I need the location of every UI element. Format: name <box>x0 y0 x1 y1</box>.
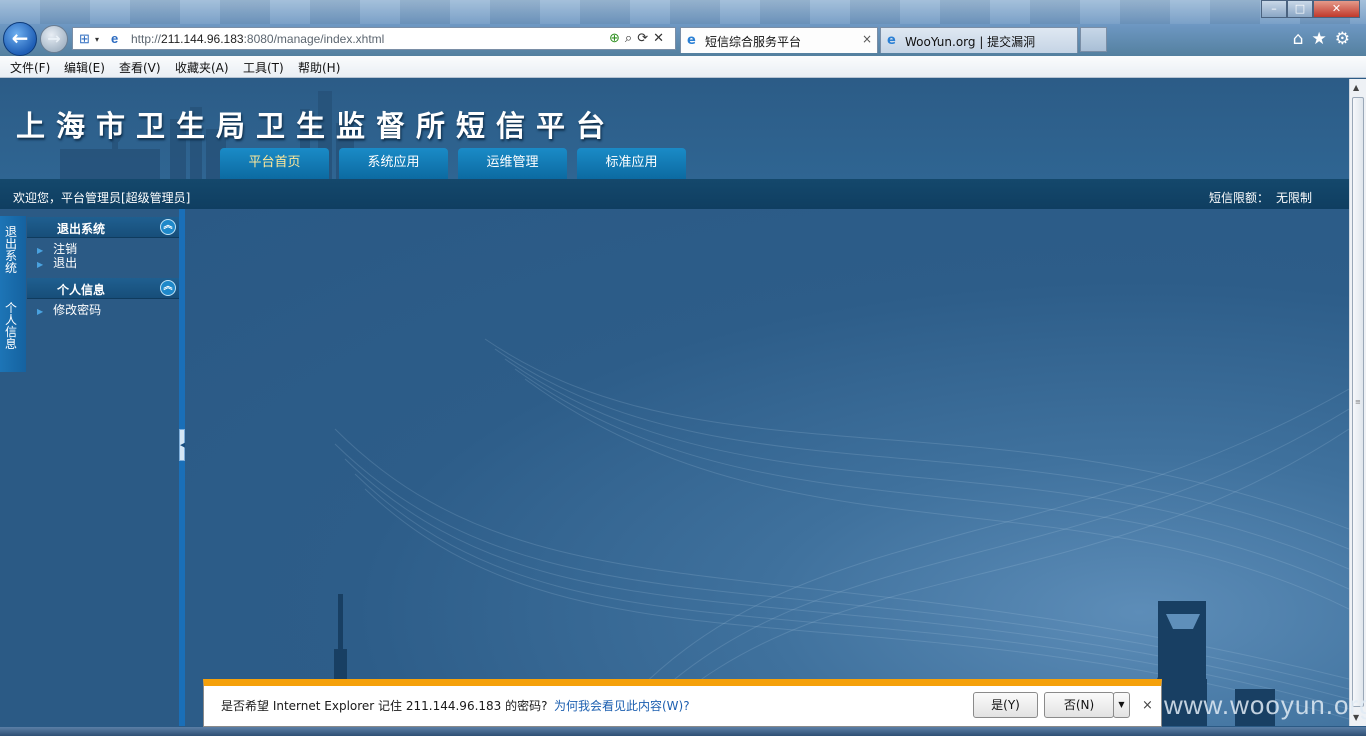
compat-view-icon[interactable]: ⊞ <box>79 31 90 47</box>
windows-taskbar <box>0 727 1366 736</box>
dropdown-arrow-icon[interactable]: ▾ <box>95 35 99 44</box>
menu-view[interactable]: 查看(V) <box>119 59 161 76</box>
titlebar-decoration <box>0 0 1366 24</box>
back-arrow-icon: ← <box>11 26 29 50</box>
yes-button[interactable]: 是(Y) <box>973 692 1038 718</box>
url-text: http://211.144.96.183:8080/manage/index.… <box>131 32 385 46</box>
forward-button[interactable]: → <box>40 25 68 53</box>
notification-message: 是否希望 Internet Explorer 记住 211.144.96.183… <box>221 699 548 713</box>
close-window-button[interactable]: ✕ <box>1313 0 1360 18</box>
sidebar: 退出系统 ︽ ▶ 注销 ▶ 退出 个人信息 ︽ ▶ 修改密码 <box>27 216 179 726</box>
scroll-thumb[interactable]: ≡ <box>1352 97 1364 707</box>
tab-close-icon[interactable]: × <box>862 32 872 46</box>
collapse-icon[interactable]: ︽ <box>160 280 176 296</box>
web-page: 上海市卫生局卫生监督所短信平台 平台首页 系统应用 运维管理 标准应用 欢迎您，… <box>0 79 1349 726</box>
sidebar-item-change-password[interactable]: ▶ 修改密码 <box>37 301 101 318</box>
ie-tab-icon: e <box>887 33 896 48</box>
nav-tab-system-apps[interactable]: 系统应用 <box>339 148 448 179</box>
vertical-scrollbar[interactable]: ▲ ≡ ▼ <box>1349 79 1366 726</box>
grip-icon: ≡ <box>1355 398 1361 406</box>
nav-tab-home[interactable]: 平台首页 <box>220 148 329 179</box>
panel-header-personal[interactable]: 个人信息 ︽ <box>27 278 179 299</box>
triangle-icon: ▶ <box>37 260 44 269</box>
background-waves-decoration <box>334 338 1349 726</box>
side-tab-personal[interactable]: 个人信息 <box>5 302 19 350</box>
home-icon[interactable]: ⌂ <box>1293 29 1312 49</box>
add-favorite-icon[interactable]: ⊕ <box>609 30 625 45</box>
tab-title: 短信综合服务平台 <box>705 35 802 49</box>
address-tools[interactable]: ⊕⌕⟳✕ <box>609 30 669 46</box>
sidebar-item-exit[interactable]: ▶ 退出 <box>37 254 77 271</box>
menu-help[interactable]: 帮助(H) <box>298 59 340 76</box>
menu-file[interactable]: 文件(F) <box>10 59 50 76</box>
refresh-icon[interactable]: ⟳ <box>637 30 653 45</box>
triangle-icon: ▶ <box>37 307 44 316</box>
sidebar-item-label: 修改密码 <box>53 303 102 317</box>
collapse-icon[interactable]: ︽ <box>160 219 176 235</box>
maximize-button[interactable]: □ <box>1287 0 1313 18</box>
site-title: 上海市卫生局卫生监督所短信平台 <box>16 109 617 143</box>
address-bar[interactable]: ⊞ ▾ e http://211.144.96.183:8080/manage/… <box>72 27 676 50</box>
scroll-up-icon[interactable]: ▲ <box>1353 83 1359 92</box>
menu-favorites[interactable]: 收藏夹(A) <box>175 59 229 76</box>
nav-tab-standard-apps[interactable]: 标准应用 <box>577 148 686 179</box>
ie-page-icon: e <box>111 31 119 46</box>
search-icon[interactable]: ⌕ <box>625 30 637 45</box>
minimize-button[interactable]: – <box>1261 0 1287 18</box>
side-tab-logout[interactable]: 退出系统 <box>5 226 19 274</box>
menu-edit[interactable]: 编辑(E) <box>64 59 105 76</box>
panel-title: 退出系统 <box>57 222 106 236</box>
chevron-down-icon: ▼ <box>1118 700 1125 709</box>
password-save-notification: 是否希望 Internet Explorer 记住 211.144.96.183… <box>203 679 1162 727</box>
favorites-star-icon[interactable]: ★ <box>1312 29 1335 49</box>
ie-tab-icon: e <box>687 33 696 48</box>
new-tab-button[interactable] <box>1080 27 1107 52</box>
tab-wooyun[interactable]: e WooYun.org | 提交漏洞 <box>880 27 1078 53</box>
sms-limit-value: 无限制 <box>1276 191 1313 205</box>
tab-title: WooYun.org | 提交漏洞 <box>905 35 1036 49</box>
main-content-area <box>185 209 1349 726</box>
sms-limit-label: 短信限额： <box>1209 191 1270 205</box>
tools-gear-icon[interactable]: ⚙ <box>1335 29 1358 49</box>
why-link[interactable]: 为何我会看见此内容(W)? <box>554 697 690 714</box>
browser-toolbar: ⌂★⚙ <box>1293 29 1358 49</box>
forward-arrow-icon: → <box>47 29 61 48</box>
stop-icon[interactable]: ✕ <box>653 30 669 45</box>
user-info-bar: 欢迎您，平台管理员[超级管理员] 短信限额： 无限制 <box>0 179 1349 209</box>
site-header: 上海市卫生局卫生监督所短信平台 平台首页 系统应用 运维管理 标准应用 <box>0 79 1349 179</box>
back-button[interactable]: ← <box>3 22 37 56</box>
tab-sms-platform[interactable]: e 短信综合服务平台 × <box>680 27 878 53</box>
menu-tools[interactable]: 工具(T) <box>243 59 284 76</box>
vertical-side-tabs: 退出系统 个人信息 <box>0 216 26 372</box>
welcome-text: 欢迎您，平台管理员[超级管理员] <box>13 191 191 205</box>
menu-bar: 文件(F) 编辑(E) 查看(V) 收藏夹(A) 工具(T) 帮助(H) <box>0 56 1366 78</box>
nav-tab-ops-management[interactable]: 运维管理 <box>458 148 567 179</box>
panel-header-logout[interactable]: 退出系统 ︽ <box>27 217 179 238</box>
notification-close-icon[interactable]: × <box>1142 698 1153 713</box>
sidebar-item-label: 退出 <box>53 256 78 270</box>
panel-title: 个人信息 <box>57 283 106 297</box>
watermark: www.wooyun.org <box>1164 690 1366 720</box>
no-button[interactable]: 否(N) <box>1044 692 1114 718</box>
browser-titlebar: ← → ⊞ ▾ e http://211.144.96.183:8080/man… <box>0 0 1366 56</box>
no-dropdown-button[interactable]: ▼ <box>1113 692 1130 718</box>
